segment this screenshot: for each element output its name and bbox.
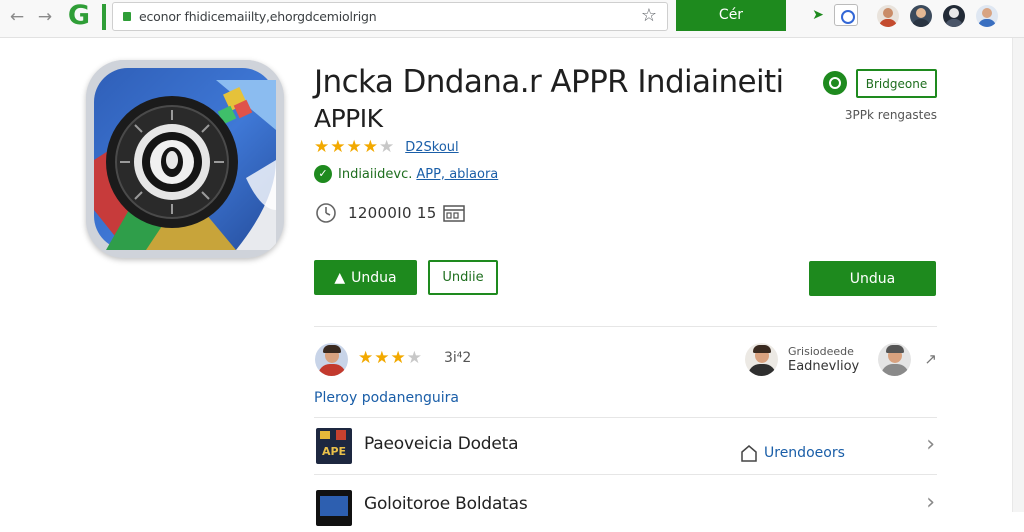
app-title: Jncka Dndana.r APPR Indiaineiti — [314, 64, 784, 100]
reviewer-avatar[interactable] — [315, 343, 348, 376]
reviewer-text: Grisiodeede Eadnevlioy — [788, 344, 859, 374]
review-stars: ★★★★ — [358, 348, 423, 368]
install-icon: ▲ — [334, 269, 346, 286]
list-item-action-label: Urendoeors — [764, 445, 845, 461]
rating-link[interactable]: D2Skoul — [405, 140, 458, 155]
chevron-right-icon[interactable]: › — [926, 432, 935, 457]
share-icon[interactable]: ↗ — [924, 350, 937, 368]
review-count: 3i⁴2 — [444, 350, 472, 366]
app-subtitle: APPIK — [314, 104, 383, 133]
lock-icon — [123, 12, 131, 21]
developer-link[interactable]: APP, ablaora — [416, 167, 498, 182]
profile-avatar[interactable] — [910, 5, 932, 27]
reviewer-avatar[interactable] — [878, 343, 911, 376]
back-arrow-icon[interactable]: ← — [6, 6, 28, 28]
scrollbar[interactable] — [1012, 38, 1024, 512]
rating-row: ★★★★★ D2Skoul — [314, 137, 459, 157]
profile-avatar[interactable] — [877, 5, 899, 27]
divider — [314, 326, 937, 327]
url-text[interactable]: econor fhidicemaiilty,ehorgdcemiolrign — [139, 9, 377, 24]
address-bar[interactable]: econor fhidicemaiilty,ehorgdcemiolrign ☆ — [112, 2, 668, 31]
browser-toolbar: ← → G econor fhidicemaiilty,ehorgdcemiol… — [0, 0, 1024, 38]
reviewer-line1: Grisiodeede — [788, 345, 854, 358]
app-icon — [86, 60, 284, 258]
list-item[interactable]: APE Paeoveicia Dodeta Urendoeors › — [314, 420, 937, 470]
meta-row: 12000I0 15 — [314, 200, 465, 226]
profile-avatar[interactable] — [976, 5, 998, 27]
divider — [314, 417, 937, 418]
profile-avatar[interactable] — [943, 5, 965, 27]
review-row: ★★★★ 3i⁴2 Grisiodeede Eadnevlioy ↗ — [314, 342, 937, 378]
section-link[interactable]: Pleroy podanenguira — [314, 390, 459, 406]
bookmark-star-icon[interactable]: ☆ — [641, 5, 657, 26]
list-item-title: Goloitoroe Boldatas — [364, 494, 528, 514]
header-action-button[interactable]: Cér — [676, 0, 786, 31]
star-rating: ★★★★★ — [314, 137, 396, 157]
g-logo-icon[interactable]: G — [64, 1, 94, 31]
camera-dial-icon — [86, 60, 284, 258]
thumb-label: APE — [321, 445, 347, 458]
list-item-title: Paeoveicia Dodeta — [364, 434, 519, 454]
verified-shield-icon: ✓ — [314, 165, 332, 183]
badge-button[interactable]: Bridgeone — [856, 69, 937, 98]
install-button[interactable]: ▲ Undua — [314, 260, 417, 295]
home-icon — [741, 445, 757, 462]
right-install-button[interactable]: Undua — [809, 261, 936, 296]
reviewer-avatar[interactable] — [745, 343, 778, 376]
install-button-label: Undua — [351, 269, 397, 286]
clock-icon — [316, 203, 336, 223]
extension-box-icon[interactable] — [834, 4, 858, 26]
list-item-action[interactable]: Urendoeors — [740, 444, 845, 462]
meta-text: 12000I0 15 — [348, 204, 437, 222]
extension-arrow-icon[interactable]: ➤ — [806, 4, 830, 26]
forward-arrow-icon[interactable]: → — [34, 6, 56, 28]
developer-name[interactable]: Indiaiidevc. — [338, 167, 412, 182]
list-item[interactable]: Goloitoroe Boldatas › — [314, 482, 937, 532]
list-thumbnail: APE — [316, 428, 352, 464]
logo-divider — [102, 4, 106, 30]
list-thumbnail — [316, 490, 352, 526]
calendar-icon — [442, 205, 465, 222]
verified-check-icon — [823, 71, 847, 95]
developer-row: ✓ Indiaiidevc. APP, ablaora — [314, 163, 498, 185]
divider — [314, 474, 937, 475]
secondary-button[interactable]: Undiie — [428, 260, 498, 295]
chevron-right-icon[interactable]: › — [926, 490, 935, 515]
badge-note: 3PPk rengastes — [844, 108, 937, 122]
reviewer-line2: Eadnevlioy — [788, 359, 860, 374]
